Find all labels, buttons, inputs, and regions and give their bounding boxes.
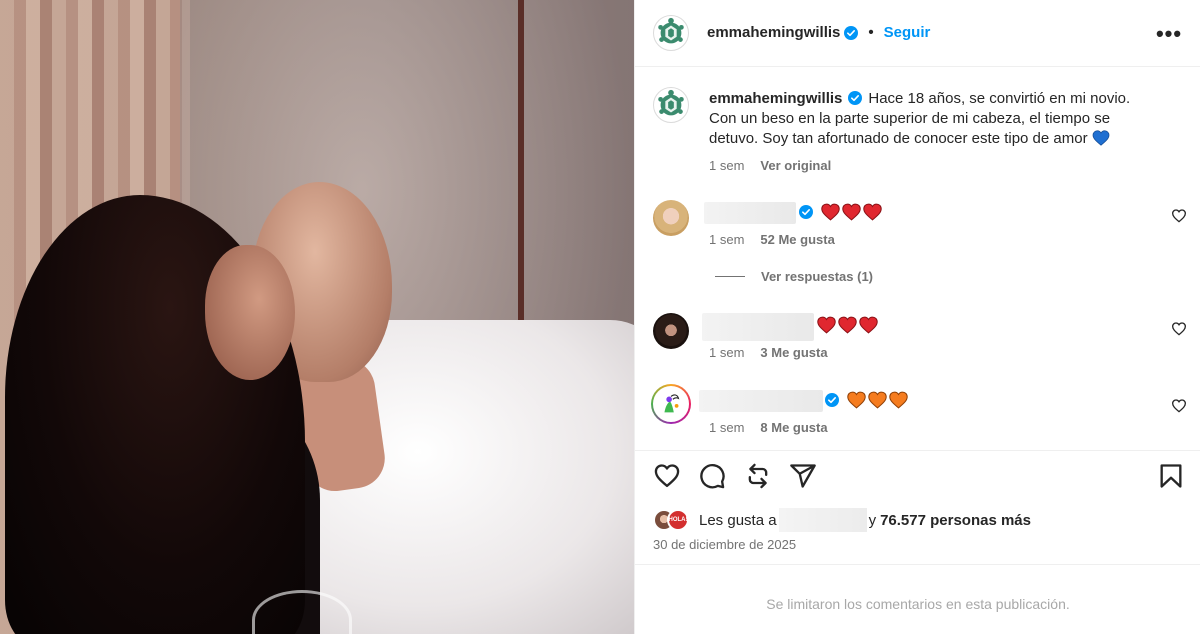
commenter-avatar[interactable] — [653, 313, 689, 349]
blue-heart-emoji-icon — [1092, 130, 1110, 146]
caption-text: emmahemingwillis Hace 18 años, se convirt… — [709, 89, 1149, 149]
turtle-logo-icon — [654, 16, 688, 50]
more-options-icon[interactable]: ••• — [1156, 21, 1181, 46]
liker-avatars: HOLA! — [653, 509, 695, 531]
post-date: 30 de diciembre de 2025 — [653, 537, 797, 552]
comment-time: 1 sem — [709, 420, 745, 435]
bookmark-icon[interactable] — [1157, 462, 1185, 490]
comment-meta: 1 sem 52 Me gusta — [709, 232, 835, 247]
red-heart-emoji-icon — [817, 316, 836, 334]
orange-heart-emoji-icon — [889, 391, 908, 409]
comment-item: 1 sem 8 Me gusta — [635, 384, 1200, 446]
illustration-avatar-icon — [664, 394, 680, 413]
bottom-divider — [635, 564, 1200, 565]
turtle-logo-icon — [654, 88, 688, 122]
verified-badge-icon — [844, 25, 859, 40]
red-heart-emoji-icon — [838, 316, 857, 334]
comment-like-heart-icon[interactable] — [1171, 321, 1187, 337]
profile-avatar[interactable] — [653, 15, 689, 51]
woman-face — [205, 245, 295, 380]
comment-emojis — [799, 203, 882, 221]
caption-meta: 1 sem Ver original — [709, 158, 831, 173]
header-name-row: emmahemingwillis • Seguir — [707, 24, 930, 41]
header-username[interactable]: emmahemingwillis — [707, 24, 840, 41]
replies-line — [715, 276, 745, 277]
heart-icon[interactable] — [653, 462, 681, 490]
red-heart-emoji-icon — [859, 316, 878, 334]
comment-like-heart-icon[interactable] — [1171, 208, 1187, 224]
comment-like-heart-icon[interactable] — [1171, 398, 1187, 414]
redacted-username — [702, 313, 814, 341]
likes-connector: y — [868, 511, 877, 529]
caption-avatar[interactable] — [653, 87, 689, 123]
see-original-link[interactable]: Ver original — [760, 158, 831, 173]
comment-likes[interactable]: 3 Me gusta — [760, 345, 827, 360]
send-icon[interactable] — [789, 462, 817, 490]
comment-emojis — [817, 316, 878, 334]
caption-time: 1 sem — [709, 158, 745, 173]
comment-time: 1 sem — [709, 345, 745, 360]
comment-icon[interactable] — [698, 462, 726, 490]
comment-meta: 1 sem 3 Me gusta — [709, 345, 828, 360]
actions-divider — [635, 450, 1200, 451]
comment-time: 1 sem — [709, 232, 745, 247]
red-heart-emoji-icon — [863, 203, 882, 221]
comment-emojis — [825, 391, 908, 409]
comment-likes[interactable]: 52 Me gusta — [760, 232, 834, 247]
post-actions — [635, 462, 1200, 494]
verified-badge-icon — [825, 393, 839, 407]
orange-heart-emoji-icon — [847, 391, 866, 409]
redacted-username — [699, 390, 823, 412]
repost-icon[interactable] — [744, 462, 772, 490]
post-header: emmahemingwillis • Seguir ••• — [635, 0, 1200, 67]
red-heart-emoji-icon — [842, 203, 861, 221]
separator-dot: • — [868, 24, 874, 41]
comments-limited-notice: Se limitaron los comentarios en esta pub… — [766, 596, 1070, 612]
hola-liker-avatar[interactable]: HOLA! — [667, 509, 689, 531]
view-replies[interactable]: Ver respuestas (1) — [715, 269, 873, 284]
redacted-username — [704, 202, 796, 224]
post-photo[interactable] — [0, 0, 634, 634]
likes-count[interactable]: 76.577 personas más — [880, 512, 1031, 529]
curtain-pole — [518, 0, 524, 360]
commenter-avatar[interactable] — [653, 200, 689, 236]
redacted-liker-name — [778, 508, 867, 532]
likes-summary: HOLA! Les gusta a y 76.577 personas más — [653, 508, 1031, 532]
commenter-avatar-inner — [653, 386, 689, 422]
comment-item: 1 sem 52 Me gusta — [635, 200, 1200, 260]
view-replies-label: Ver respuestas (1) — [761, 269, 874, 284]
comment-item: 1 sem 3 Me gusta — [635, 313, 1200, 373]
follow-button[interactable]: Seguir — [884, 24, 931, 41]
likes-prefix: Les gusta a — [699, 511, 777, 529]
red-heart-emoji-icon — [821, 203, 840, 221]
post-side-panel: emmahemingwillis • Seguir ••• emmaheming… — [634, 0, 1200, 634]
commenter-avatar[interactable] — [651, 384, 691, 424]
caption-username[interactable]: emmahemingwillis — [709, 90, 842, 107]
verified-badge-icon — [848, 91, 863, 105]
comment-likes[interactable]: 8 Me gusta — [760, 420, 827, 435]
orange-heart-emoji-icon — [868, 391, 887, 409]
verified-badge-icon — [799, 205, 813, 219]
comment-meta: 1 sem 8 Me gusta — [709, 420, 828, 435]
